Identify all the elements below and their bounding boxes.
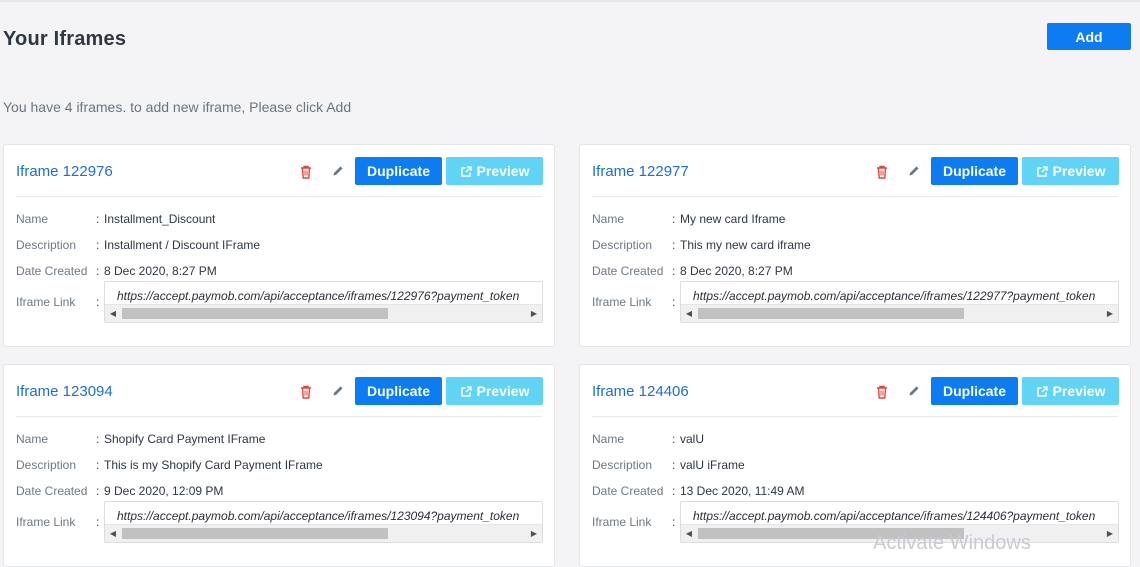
iframe-link-box[interactable]: https://accept.paymob.com/api/acceptance… <box>104 501 543 543</box>
iframe-card: Iframe 124406 Duplicate Preview Name: val… <box>579 364 1131 567</box>
chevron-left-icon[interactable]: ◀ <box>105 305 121 322</box>
external-link-icon <box>1036 385 1048 397</box>
external-link-icon <box>460 165 472 177</box>
pencil-icon[interactable] <box>332 165 344 177</box>
description-value: This is my Shopify Card Payment IFrame <box>104 458 323 472</box>
horizontal-scrollbar[interactable]: ◀ ▶ <box>681 304 1118 322</box>
add-iframe-button[interactable]: Add <box>1047 23 1131 50</box>
horizontal-scrollbar[interactable]: ◀ ▶ <box>105 524 542 542</box>
description-label: Description <box>16 458 77 472</box>
iframe-card: Iframe 123094 Duplicate Preview Name: Sho… <box>3 364 555 567</box>
chevron-right-icon[interactable]: ▶ <box>526 525 542 542</box>
trash-icon[interactable] <box>300 385 312 399</box>
iframe-link-box[interactable]: https://accept.paymob.com/api/acceptance… <box>680 281 1119 323</box>
duplicate-button[interactable]: Duplicate <box>931 377 1018 405</box>
card-divider <box>592 416 1118 417</box>
chevron-left-icon[interactable]: ◀ <box>681 305 697 322</box>
iframe-link-label: Iframe Link <box>592 515 652 529</box>
iframe-link-label: Iframe Link <box>16 515 76 529</box>
iframe-link-text[interactable]: https://accept.paymob.com/api/acceptance… <box>117 289 519 303</box>
date-created-label: Date Created <box>16 264 88 278</box>
iframe-title[interactable]: Iframe 122977 <box>592 163 689 180</box>
date-created-value: 8 Dec 2020, 8:27 PM <box>680 264 793 278</box>
pencil-icon[interactable] <box>908 385 920 397</box>
iframe-link-label: Iframe Link <box>16 295 76 309</box>
external-link-icon <box>1036 165 1048 177</box>
date-created-value: 8 Dec 2020, 8:27 PM <box>104 264 217 278</box>
top-divider <box>0 0 1140 2</box>
activate-windows-watermark: Activate Windows <box>873 532 1031 554</box>
card-divider <box>592 196 1118 197</box>
pencil-icon[interactable] <box>332 385 344 397</box>
description-label: Description <box>592 458 653 472</box>
iframe-title[interactable]: Iframe 124406 <box>592 383 689 400</box>
iframe-title[interactable]: Iframe 122976 <box>16 163 113 180</box>
name-value: Installment_Discount <box>104 212 216 226</box>
name-label: Name <box>592 212 625 226</box>
iframe-link-text[interactable]: https://accept.paymob.com/api/acceptance… <box>693 289 1095 303</box>
preview-label: Preview <box>1052 163 1106 179</box>
iframe-title[interactable]: Iframe 123094 <box>16 383 113 400</box>
card-divider <box>16 196 542 197</box>
description-label: Description <box>16 238 77 252</box>
preview-label: Preview <box>476 163 530 179</box>
description-value: Installment / Discount IFrame <box>104 238 261 252</box>
page-title: Your Iframes <box>3 28 127 50</box>
chevron-right-icon[interactable]: ▶ <box>526 305 542 322</box>
date-created-value: 9 Dec 2020, 12:09 PM <box>104 484 224 498</box>
description-value: This my new card iframe <box>680 238 811 252</box>
card-divider <box>16 416 542 417</box>
name-value: My new card Iframe <box>680 212 786 226</box>
chevron-right-icon[interactable]: ▶ <box>1102 525 1118 542</box>
iframe-count-subtitle: You have 4 iframes. to add new iframe, P… <box>3 99 352 115</box>
horizontal-scrollbar[interactable]: ◀ ▶ <box>105 304 542 322</box>
description-value: valU iFrame <box>680 458 745 472</box>
trash-icon[interactable] <box>876 165 888 179</box>
external-link-icon <box>460 385 472 397</box>
chevron-right-icon[interactable]: ▶ <box>1102 305 1118 322</box>
scroll-thumb[interactable] <box>122 308 388 319</box>
scroll-thumb[interactable] <box>122 528 388 539</box>
name-value: Shopify Card Payment IFrame <box>104 432 266 446</box>
duplicate-button[interactable]: Duplicate <box>931 157 1018 185</box>
iframe-card: Iframe 122976 Duplicate Preview Name: Ins… <box>3 144 555 347</box>
preview-button[interactable]: Preview <box>1022 377 1119 405</box>
description-label: Description <box>592 238 653 252</box>
scroll-thumb[interactable] <box>698 308 964 319</box>
date-created-label: Date Created <box>16 484 88 498</box>
iframe-link-text[interactable]: https://accept.paymob.com/api/acceptance… <box>117 509 519 523</box>
iframe-link-box[interactable]: https://accept.paymob.com/api/acceptance… <box>104 281 543 323</box>
name-label: Name <box>16 212 49 226</box>
iframe-link-label: Iframe Link <box>592 295 652 309</box>
preview-label: Preview <box>1052 383 1106 399</box>
date-created-value: 13 Dec 2020, 11:49 AM <box>680 484 805 498</box>
chevron-left-icon[interactable]: ◀ <box>105 525 121 542</box>
name-label: Name <box>16 432 49 446</box>
iframe-card: Iframe 122977 Duplicate Preview Name: My … <box>579 144 1131 347</box>
duplicate-button[interactable]: Duplicate <box>355 157 442 185</box>
preview-button[interactable]: Preview <box>446 377 543 405</box>
date-created-label: Date Created <box>592 484 664 498</box>
preview-label: Preview <box>476 383 530 399</box>
pencil-icon[interactable] <box>908 165 920 177</box>
preview-button[interactable]: Preview <box>1022 157 1119 185</box>
name-label: Name <box>592 432 625 446</box>
trash-icon[interactable] <box>876 385 888 399</box>
trash-icon[interactable] <box>300 165 312 179</box>
duplicate-button[interactable]: Duplicate <box>355 377 442 405</box>
date-created-label: Date Created <box>592 264 664 278</box>
preview-button[interactable]: Preview <box>446 157 543 185</box>
name-value: valU <box>680 432 705 446</box>
chevron-left-icon[interactable]: ◀ <box>681 525 697 542</box>
iframe-link-text[interactable]: https://accept.paymob.com/api/acceptance… <box>693 509 1095 523</box>
